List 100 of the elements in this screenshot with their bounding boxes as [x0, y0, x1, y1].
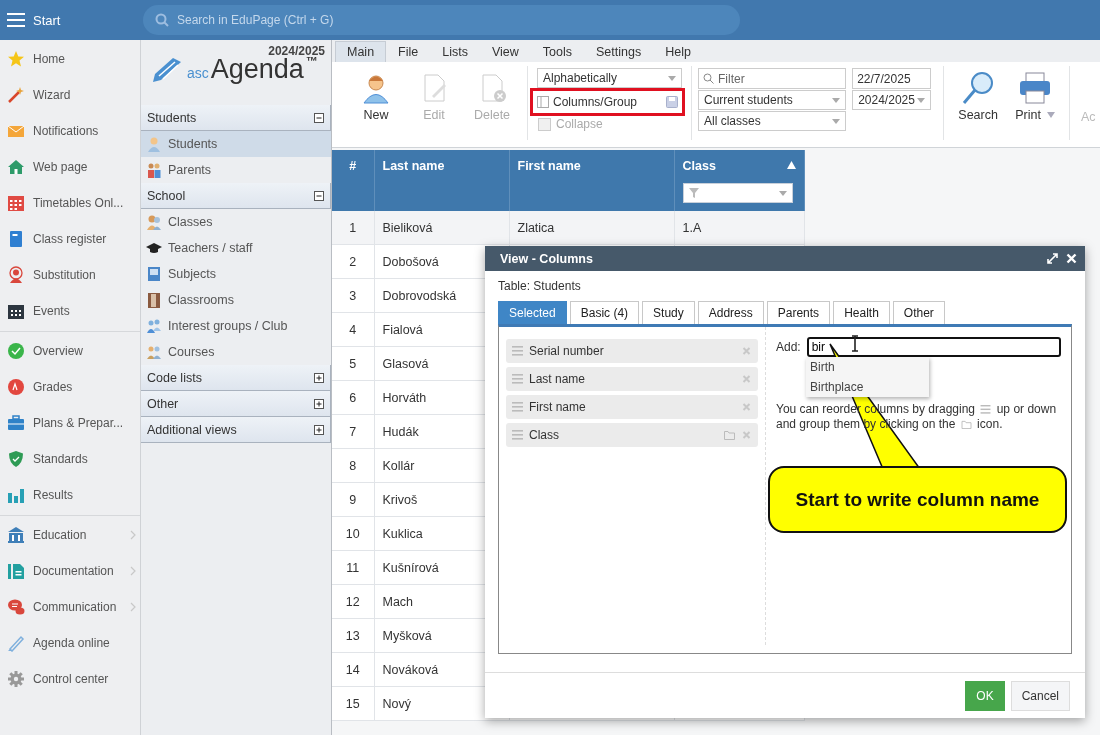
column-header[interactable]: Class — [674, 150, 804, 211]
people-icon — [146, 318, 162, 334]
sidebar-item[interactable]: Notifications — [0, 113, 140, 149]
sidebar-item[interactable]: Standards — [0, 441, 140, 477]
navigator-item[interactable]: Students — [141, 131, 331, 157]
sidebar-item[interactable]: Control center — [0, 661, 140, 697]
dialog-tab[interactable]: Health — [833, 301, 890, 324]
caret-icon — [778, 190, 787, 196]
sort-dropdown[interactable]: Alphabetically — [537, 68, 682, 88]
cancel-button[interactable]: Cancel — [1010, 680, 1070, 711]
dialog-tab[interactable]: Address — [697, 301, 764, 324]
navigator-item[interactable]: Interest groups / Club — [141, 313, 331, 339]
calendar-icon — [7, 194, 25, 212]
sidebar-item[interactable]: Results — [0, 477, 140, 513]
navigator-item[interactable]: Classrooms — [141, 287, 331, 313]
section-header[interactable]: Students — [141, 105, 331, 131]
person-icon — [7, 266, 25, 284]
maximize-icon[interactable] — [1047, 253, 1058, 264]
navigator-item[interactable]: Courses — [141, 339, 331, 365]
search-field[interactable]: Search in EduPage (Ctrl + G) — [143, 5, 740, 35]
door-icon — [146, 292, 162, 308]
sidebar-item[interactable]: Class register — [0, 221, 140, 257]
ribbon-tab[interactable]: Main — [335, 41, 387, 62]
sidebar-item-label: Notifications — [33, 124, 99, 138]
navigator-item[interactable]: Parents — [141, 157, 331, 183]
dialog-tab[interactable]: Basic (4) — [569, 301, 640, 324]
class-dropdown[interactable]: All classes — [698, 111, 847, 131]
column-header[interactable]: Last name — [374, 150, 509, 211]
sidebar-item-label: Standards — [33, 452, 88, 466]
year-dropdown[interactable]: 2024/2025 — [852, 90, 931, 110]
section-header[interactable]: Other — [141, 391, 331, 417]
remove-icon[interactable] — [741, 430, 752, 440]
filter-field[interactable]: Filter — [698, 68, 847, 89]
dialog-tab[interactable]: Parents — [766, 301, 831, 324]
sidebar-item[interactable]: Events — [0, 293, 140, 329]
sidebar-item-label: Documentation — [33, 564, 114, 578]
sidebar-item[interactable]: Timetables Onl... — [0, 185, 140, 221]
status-dropdown[interactable]: Current students — [698, 90, 847, 110]
column-header[interactable]: # — [332, 150, 374, 211]
ribbon-tab[interactable]: Lists — [430, 41, 480, 62]
remove-icon[interactable] — [741, 374, 752, 384]
section-title: Additional views — [147, 422, 237, 437]
navigator-item[interactable]: Classes — [141, 209, 331, 235]
caret-icon — [1046, 112, 1055, 118]
start-label[interactable]: Start — [33, 12, 143, 28]
suggestion-item[interactable]: Birth — [806, 357, 929, 377]
dialog-tab[interactable]: Selected — [498, 301, 567, 324]
sidebar-item[interactable]: Home — [0, 41, 140, 77]
date-field[interactable]: 22/7/2025 — [852, 68, 931, 89]
sidebar-item[interactable]: Grades — [0, 369, 140, 405]
ribbon-tab[interactable]: Tools — [530, 41, 584, 62]
dialog-tab[interactable]: Other — [892, 301, 945, 324]
sidebar-item[interactable]: Substitution — [0, 257, 140, 293]
sidebar-item[interactable]: Overview — [0, 333, 140, 369]
column-item[interactable]: Serial number — [506, 339, 758, 363]
search-icon — [703, 73, 714, 84]
dialog-tab[interactable]: Study — [642, 301, 695, 324]
sidebar-item[interactable]: Plans & Prepar... — [0, 405, 140, 441]
drag-handle-icon — [980, 405, 992, 414]
sidebar-item[interactable]: Wizard — [0, 77, 140, 113]
ribbon-tab[interactable]: File — [386, 41, 431, 62]
section-header[interactable]: Code lists — [141, 365, 331, 391]
sidebar-item[interactable]: Education — [0, 517, 140, 553]
ribbon-tab[interactable]: Settings — [584, 41, 654, 62]
columns-group-button[interactable]: Columns/Group — [533, 91, 682, 113]
sidebar-item-label: Communication — [33, 600, 117, 614]
sidebar-item[interactable]: Documentation — [0, 553, 140, 589]
column-item[interactable]: First name — [506, 395, 758, 419]
sidebar-item[interactable]: Agenda online — [0, 625, 140, 661]
toolbar-button[interactable]: Search — [949, 66, 1007, 122]
toolbar-button[interactable]: Print — [1006, 66, 1064, 122]
navigator-item-label: Interest groups / Club — [168, 319, 288, 333]
remove-icon[interactable] — [741, 402, 752, 412]
ribbon-tab[interactable]: Help — [653, 41, 703, 62]
graduation-cap-icon — [146, 240, 162, 256]
remove-icon[interactable] — [741, 346, 752, 356]
suggestion-item[interactable]: Birthplace — [806, 377, 929, 397]
section-header[interactable]: School — [141, 183, 331, 209]
toolbar-button[interactable]: New — [347, 66, 405, 128]
column-item[interactable]: Class — [506, 423, 758, 447]
column-header[interactable]: First name — [509, 150, 674, 211]
close-icon[interactable] — [1066, 253, 1077, 264]
navigator-item[interactable]: Teachers / staff — [141, 235, 331, 261]
expand-icon — [314, 398, 324, 409]
sidebar-item-label: Class register — [33, 232, 107, 246]
table-cell: 4 — [332, 312, 374, 347]
column-item[interactable]: Last name — [506, 367, 758, 391]
folder-icon[interactable] — [724, 430, 735, 440]
sidebar-item[interactable]: Communication — [0, 589, 140, 625]
sidebar-item[interactable]: Web page — [0, 149, 140, 185]
star-icon — [7, 50, 25, 68]
building-icon — [7, 526, 25, 544]
shield-icon — [7, 450, 25, 468]
navigator-item[interactable]: Subjects — [141, 261, 331, 287]
ribbon-tab[interactable]: View — [479, 41, 531, 62]
add-column-field[interactable]: bir — [806, 337, 1061, 357]
column-filter-dropdown[interactable] — [682, 183, 793, 203]
section-header[interactable]: Additional views — [141, 417, 331, 443]
printer-icon — [1017, 70, 1053, 106]
collapse-icon — [314, 190, 324, 201]
